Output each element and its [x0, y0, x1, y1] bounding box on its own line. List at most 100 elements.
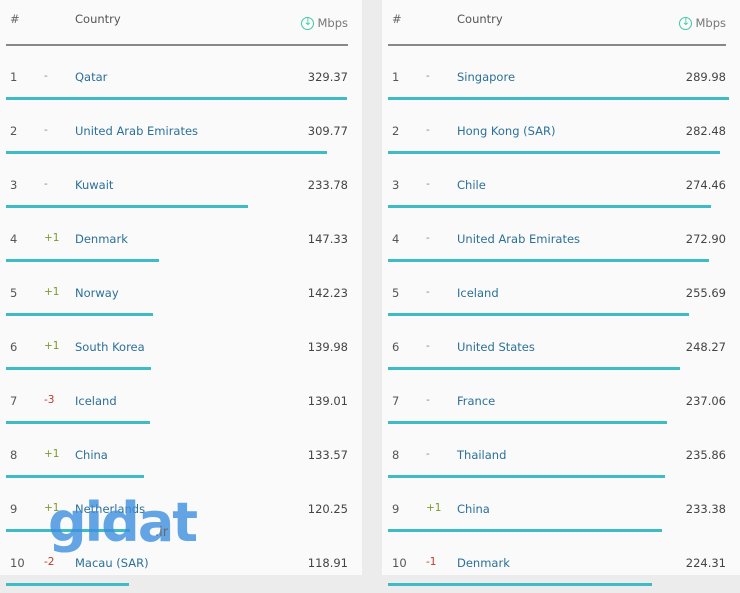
- rank: 10: [10, 556, 25, 570]
- table-row: 8 +1 China 133.57: [0, 431, 362, 485]
- rank: 7: [10, 394, 18, 408]
- rank-change: +1: [44, 448, 60, 460]
- rank: 9: [392, 502, 400, 516]
- table-row: 10 -2 Macau (SAR) 118.91: [0, 539, 362, 593]
- speed-bar: [6, 583, 130, 586]
- country-link[interactable]: Qatar: [75, 70, 107, 84]
- speed-value: 282.48: [685, 124, 726, 138]
- country-link[interactable]: Hong Kong (SAR): [457, 124, 556, 138]
- speed-bar: [388, 313, 689, 316]
- country-link[interactable]: Singapore: [457, 70, 515, 84]
- rank-change: +1: [426, 502, 442, 514]
- speed-bar: [6, 151, 327, 154]
- country-link[interactable]: Kuwait: [75, 178, 113, 192]
- country-link[interactable]: Norway: [75, 286, 119, 300]
- rank: 7: [392, 394, 400, 408]
- rank-change: -: [426, 232, 430, 244]
- table-row: 2 - Hong Kong (SAR) 282.48: [382, 107, 740, 161]
- speed-value: 289.98: [685, 70, 726, 84]
- speed-bar: [6, 259, 159, 262]
- rank: 6: [392, 340, 400, 354]
- rank: 2: [10, 124, 18, 138]
- country-link[interactable]: China: [457, 502, 490, 516]
- table-row: 2 - United Arab Emirates 309.77: [0, 107, 362, 161]
- speed-value: 248.27: [685, 340, 726, 354]
- speed-value: 274.46: [685, 178, 726, 192]
- speed-bar: [388, 421, 667, 424]
- country-link[interactable]: Denmark: [75, 232, 128, 246]
- country-link[interactable]: Iceland: [457, 286, 499, 300]
- table-row: 5 - Iceland 255.69: [382, 269, 740, 323]
- country-header: Country: [75, 12, 121, 26]
- rank: 2: [392, 124, 400, 138]
- country-link[interactable]: China: [75, 448, 108, 462]
- speed-bar: [388, 259, 709, 262]
- header-divider: [388, 44, 726, 46]
- table-row: 8 - Thailand 235.86: [382, 431, 740, 485]
- rank-change: -: [426, 70, 430, 82]
- download-arrow-icon: ↓: [301, 16, 315, 30]
- table-row: 6 +1 South Korea 139.98: [0, 323, 362, 377]
- table-row: 1 - Qatar 329.37: [0, 53, 362, 107]
- speed-value: 120.25: [307, 502, 348, 516]
- country-link[interactable]: Iceland: [75, 394, 117, 408]
- speed-bar: [388, 367, 680, 370]
- table-row: 4 - United Arab Emirates 272.90: [382, 215, 740, 269]
- download-arrow-icon: ↓: [679, 16, 693, 30]
- rank: 1: [10, 70, 18, 84]
- rank-change: -: [44, 124, 48, 136]
- speed-bar: [388, 205, 711, 208]
- table-row: 10 -1 Denmark 224.31: [382, 539, 740, 593]
- rank-change: -1: [426, 556, 437, 568]
- speed-value: 309.77: [307, 124, 348, 138]
- rank: 3: [10, 178, 18, 192]
- rank-change: -: [426, 394, 430, 406]
- speed-value: 233.38: [685, 502, 726, 516]
- table-header: # Country ↓ Mbps: [0, 0, 362, 46]
- rank: 9: [10, 502, 18, 516]
- country-link[interactable]: United Arab Emirates: [457, 232, 580, 246]
- mbps-header: ↓ Mbps: [679, 16, 726, 30]
- rank-change: -: [44, 70, 48, 82]
- country-link[interactable]: United Arab Emirates: [75, 124, 198, 138]
- speed-value: 237.06: [685, 394, 726, 408]
- rank-change: -: [426, 178, 430, 190]
- country-link[interactable]: Macau (SAR): [75, 556, 149, 570]
- country-link[interactable]: France: [457, 394, 495, 408]
- table-row: 4 +1 Denmark 147.33: [0, 215, 362, 269]
- table-row: 6 - United States 248.27: [382, 323, 740, 377]
- country-link[interactable]: Netherlands: [75, 502, 145, 516]
- country-link[interactable]: Thailand: [457, 448, 506, 462]
- speed-bar: [6, 421, 150, 424]
- rank-change: +1: [44, 502, 60, 514]
- header-divider: [6, 44, 348, 46]
- speed-value: 133.57: [307, 448, 348, 462]
- speed-bar: [6, 313, 154, 316]
- rank: 3: [392, 178, 400, 192]
- rank: 4: [392, 232, 400, 246]
- rank: 10: [392, 556, 407, 570]
- rank-change: -: [426, 340, 430, 352]
- rank-change: -: [426, 124, 430, 136]
- rank: 8: [392, 448, 400, 462]
- speed-value: 142.23: [307, 286, 348, 300]
- rank-change: -2: [44, 556, 55, 568]
- rank: 6: [10, 340, 18, 354]
- speed-value: 255.69: [685, 286, 726, 300]
- table-row: 7 -3 Iceland 139.01: [0, 377, 362, 431]
- speed-value: 272.90: [685, 232, 726, 246]
- rank-header: #: [10, 12, 20, 26]
- speed-value: 139.98: [307, 340, 348, 354]
- speed-value: 118.91: [307, 556, 348, 570]
- table-header: # Country ↓ Mbps: [382, 0, 740, 46]
- country-link[interactable]: South Korea: [75, 340, 145, 354]
- speed-value: 329.37: [307, 70, 348, 84]
- country-link[interactable]: United States: [457, 340, 535, 354]
- rank: 5: [392, 286, 400, 300]
- country-link[interactable]: Chile: [457, 178, 486, 192]
- table-row: 9 +1 Netherlands 120.25: [0, 485, 362, 539]
- country-link[interactable]: Denmark: [457, 556, 510, 570]
- mbps-header: ↓ Mbps: [301, 16, 348, 30]
- table-row: 9 +1 China 233.38: [382, 485, 740, 539]
- speed-value: 147.33: [307, 232, 348, 246]
